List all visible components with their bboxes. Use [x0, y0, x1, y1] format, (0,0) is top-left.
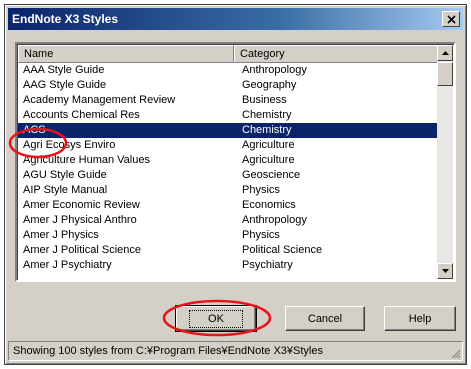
- style-name: AGU Style Guide: [23, 169, 107, 181]
- style-category: Physics: [242, 184, 280, 196]
- list-item[interactable]: Amer J Physics Physics: [18, 228, 439, 243]
- style-name: AIP Style Manual: [23, 184, 108, 196]
- list-item[interactable]: Amer J Psychiatry Psychiatry: [18, 258, 439, 273]
- list-item[interactable]: Agri Ecosys Enviro Agriculture: [18, 138, 439, 153]
- list-header: Name Category: [18, 45, 439, 63]
- style-name: Amer J Physical Anthro: [23, 214, 137, 226]
- list-item[interactable]: Accounts Chemical Res Chemistry: [18, 108, 439, 123]
- list-item[interactable]: Amer Economic Review Economics: [18, 198, 439, 213]
- style-name: Agriculture Human Values: [23, 154, 150, 166]
- style-name: AAA Style Guide: [23, 64, 105, 76]
- style-name: Academy Management Review: [23, 94, 176, 106]
- list-item[interactable]: Agriculture Human Values Agriculture: [18, 153, 439, 168]
- list-item[interactable]: AIP Style Manual Physics: [18, 183, 439, 198]
- style-category: Political Science: [242, 244, 323, 256]
- window-title: EndNote X3 Styles: [12, 12, 119, 26]
- column-header-name[interactable]: Name: [18, 45, 234, 63]
- status-bar: Showing 100 styles from C:¥Program Files…: [8, 341, 463, 361]
- scroll-thumb[interactable]: [437, 62, 453, 86]
- style-category: Geography: [242, 79, 297, 91]
- resize-grip-icon[interactable]: [449, 347, 461, 359]
- list-item[interactable]: Amer J Physical Anthro Anthropology: [18, 213, 439, 228]
- style-category: Chemistry: [242, 124, 292, 136]
- list-item[interactable]: ACS Chemistry: [18, 123, 439, 138]
- style-category: Anthropology: [242, 214, 307, 226]
- list-content: Name Category AAA Style Guide Anthropolog…: [18, 45, 439, 279]
- style-category: Physics: [242, 229, 280, 241]
- style-category: Economics: [242, 199, 296, 211]
- vertical-scrollbar[interactable]: [437, 45, 453, 279]
- style-category: Business: [242, 94, 287, 106]
- help-button[interactable]: Help: [384, 306, 456, 331]
- style-category: Psychiatry: [242, 259, 293, 271]
- list-item[interactable]: AGU Style Guide Geoscience: [18, 168, 439, 183]
- style-category: Anthropology: [242, 64, 307, 76]
- style-name: Amer J Political Science: [23, 244, 141, 256]
- style-category: Agriculture: [242, 154, 295, 166]
- cancel-button[interactable]: Cancel: [285, 306, 365, 331]
- arrow-down-icon: [441, 269, 449, 273]
- list-item[interactable]: Academy Management Review Business: [18, 93, 439, 108]
- scroll-up-button[interactable]: [437, 45, 453, 61]
- arrow-up-icon: [441, 51, 449, 55]
- list-item[interactable]: AAG Style Guide Geography: [18, 78, 439, 93]
- style-name: Amer Economic Review: [23, 199, 140, 211]
- ok-button-label: OK: [189, 309, 243, 328]
- styles-list[interactable]: Name Category AAA Style Guide Anthropolog…: [15, 42, 456, 282]
- style-name: AAG Style Guide: [23, 79, 107, 91]
- close-icon: [446, 14, 456, 24]
- style-category: Agriculture: [242, 139, 295, 151]
- style-name: Amer J Psychiatry: [23, 259, 112, 271]
- list-rows: AAA Style Guide Anthropology AAG Style Gui…: [18, 63, 439, 273]
- styles-dialog: EndNote X3 Styles Name Category AAA Styl…: [4, 4, 467, 365]
- list-item[interactable]: AAA Style Guide Anthropology: [18, 63, 439, 78]
- style-name: ACS: [23, 124, 46, 136]
- style-category: Chemistry: [242, 109, 292, 121]
- list-item[interactable]: Amer J Political Science Political Scienc…: [18, 243, 439, 258]
- ok-button[interactable]: OK: [175, 305, 257, 332]
- scroll-down-button[interactable]: [437, 263, 453, 279]
- style-name: Agri Ecosys Enviro: [23, 139, 116, 151]
- close-button[interactable]: [442, 11, 460, 27]
- style-name: Amer J Physics: [23, 229, 99, 241]
- column-header-category[interactable]: Category: [234, 45, 439, 63]
- style-category: Geoscience: [242, 169, 301, 181]
- title-bar[interactable]: EndNote X3 Styles: [8, 8, 463, 30]
- style-name: Accounts Chemical Res: [23, 109, 140, 121]
- status-text: Showing 100 styles from C:¥Program Files…: [13, 345, 323, 357]
